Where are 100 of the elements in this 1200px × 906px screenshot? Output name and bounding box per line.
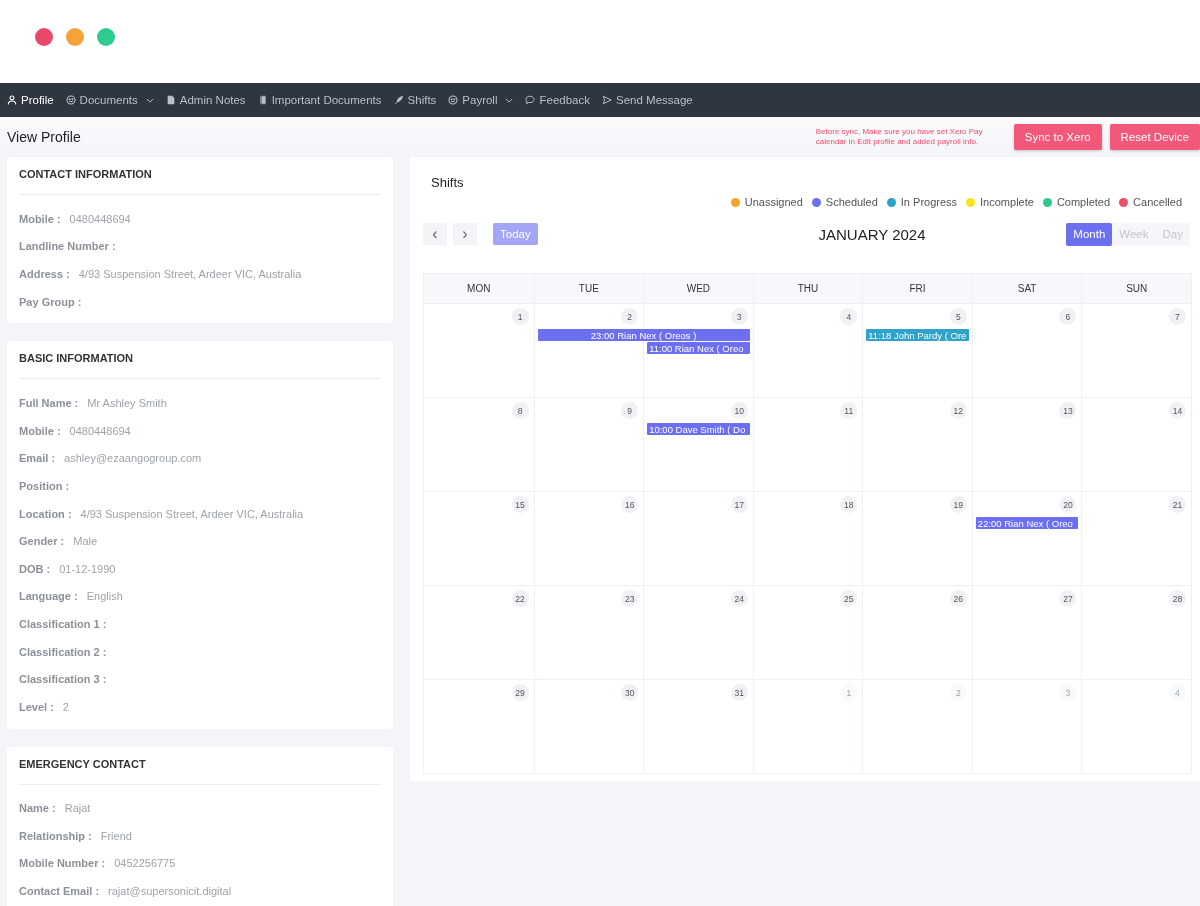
day-number: 29 [511, 684, 529, 701]
legend-label: Unassigned [744, 196, 803, 208]
shift-event[interactable]: 11:18 John Pardy ( Ore [866, 329, 969, 341]
card-title: BASIC INFORMATION [19, 351, 135, 367]
action-button[interactable]: Sync to Xero [1013, 124, 1102, 150]
previous-button[interactable]: ‹ [423, 223, 447, 245]
face-icon [448, 95, 459, 105]
shift-event[interactable]: 11:00 Rian Nex ( Oreo [647, 342, 750, 354]
nav-item[interactable]: Feedback [525, 94, 590, 106]
day-number: 1 [511, 308, 529, 325]
day-number: 1 [840, 684, 858, 701]
view-tab[interactable]: Month [1066, 222, 1113, 246]
field-value: rajat@supersonicit.digital [108, 885, 232, 898]
field-label: Language : [19, 590, 78, 603]
shift-event[interactable]: 22:00 Rian Nex ( Oreo [975, 517, 1079, 529]
day-number: 8 [511, 402, 529, 419]
nav-item[interactable]: Admin Notes [165, 94, 246, 106]
nav-item[interactable]: Shifts [393, 94, 437, 106]
shift-event[interactable]: 10:00 Dave Smith ( Do [647, 423, 750, 435]
next-button[interactable]: › [453, 223, 477, 245]
day-number: 3 [730, 308, 748, 325]
field-label: Mobile : [19, 424, 61, 437]
field-value: 0480448694 [69, 212, 131, 225]
day-number: 31 [730, 684, 748, 701]
field-label: Classification 1 : [19, 617, 107, 630]
field-value: 01-12-1990 [59, 562, 116, 575]
day-number: 21 [1169, 496, 1186, 513]
field-label: Gender : [19, 535, 65, 548]
field-label: Location : [19, 507, 72, 520]
day-number: 13 [1059, 402, 1077, 419]
legend-label: Incomplete [980, 196, 1034, 208]
day-number: 22 [511, 590, 529, 607]
book-icon [257, 95, 268, 105]
day-number: 28 [1169, 590, 1186, 607]
nav-item[interactable]: Send Message [602, 94, 693, 106]
nav-item[interactable]: Documents [65, 94, 154, 106]
field-value: Friend [100, 829, 132, 842]
face-icon [65, 95, 76, 105]
day-number: 7 [1169, 308, 1186, 325]
day-number: 2 [949, 684, 967, 701]
day-number: 16 [621, 496, 639, 513]
field-value: Male [73, 535, 98, 548]
field-label: Level : [19, 700, 54, 713]
day-number: 9 [621, 402, 639, 419]
day-number: 23 [621, 590, 639, 607]
nav-item[interactable]: Profile [7, 94, 54, 106]
field-label: Contact Email : [19, 885, 100, 898]
legend-label: Completed [1056, 196, 1111, 208]
month-title: JANUARY 2024 [818, 225, 926, 243]
field-label: Full Name : [19, 397, 79, 410]
legend-label: Scheduled [825, 196, 878, 208]
day-number: 12 [949, 402, 967, 419]
day-number: 19 [949, 496, 967, 513]
field-label: Address : [19, 268, 70, 280]
today-button[interactable]: Today [493, 223, 538, 245]
day-number: 4 [1169, 684, 1186, 701]
weekday-header: FRI [862, 274, 972, 303]
field-value: ashley@ezaangogroup.com [64, 452, 202, 465]
maximize-window-icon[interactable] [97, 27, 115, 46]
close-window-icon[interactable] [35, 27, 53, 46]
day-number: 11 [840, 402, 858, 419]
field-value: Rajat [64, 802, 91, 815]
panel-title: Shifts [430, 175, 465, 192]
field-value: 0480448694 [69, 424, 131, 437]
nav-item[interactable]: Payroll [448, 94, 514, 106]
action-button[interactable]: Reset Device [1109, 124, 1200, 150]
weekday-header: TUE [533, 274, 644, 303]
field-value: 0452256775 [114, 857, 176, 870]
weekday-header: MON [466, 282, 492, 296]
day-number: 30 [621, 684, 639, 701]
field-label: DOB : [19, 562, 51, 575]
field-label: Classification 3 : [19, 673, 107, 686]
field-label: Email : [19, 452, 56, 465]
page-title: View Profile [7, 129, 81, 145]
field-label: Mobile : [19, 212, 61, 225]
day-number: 6 [1059, 308, 1077, 325]
day-number: 14 [1169, 402, 1186, 419]
day-number: 4 [840, 308, 858, 325]
day-number: 5 [949, 308, 967, 325]
minimize-window-icon[interactable] [66, 27, 84, 46]
field-value: English [86, 590, 123, 603]
shift-event[interactable]: 23:00 Rian Nex ( Oreos ) [537, 329, 750, 341]
card-title: EMERGENCY CONTACT [19, 756, 147, 772]
field-value: 2 [62, 700, 69, 713]
day-number: 25 [840, 590, 858, 607]
weekday-header: WED [643, 274, 753, 303]
day-number: 15 [511, 496, 529, 513]
weekday-header: SUN [1081, 274, 1191, 303]
nav-item[interactable]: Important Documents [257, 94, 382, 106]
day-number: 24 [730, 590, 748, 607]
sync-note: Before sync, Make sure you have set Xero Pay calendar in Edit profile and added payroll info. [815, 126, 984, 148]
day-number: 18 [840, 496, 858, 513]
chat-icon [525, 95, 536, 105]
weekday-header: SAT [971, 274, 1082, 303]
field-label: Classification 2 : [19, 645, 107, 658]
field-value: Mr Ashley Smith [87, 397, 167, 410]
field-label: Mobile Number : [19, 857, 106, 870]
field-label: Relationship : [19, 829, 92, 842]
field-value: 4/93 Suspension Street, Ardeer VIC, Australia [80, 507, 304, 520]
document-icon [165, 95, 176, 105]
